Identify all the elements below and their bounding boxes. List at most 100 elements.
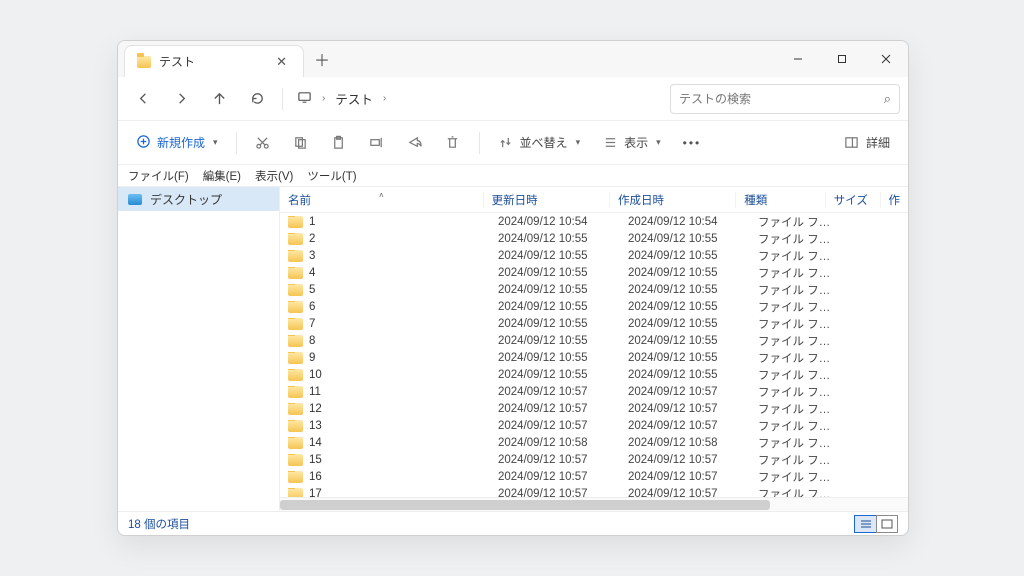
delete-button[interactable] [437,128,469,158]
copy-icon [293,135,309,151]
horizontal-scrollbar[interactable] [280,497,908,511]
col-type[interactable]: 種類 [736,192,826,208]
cell-modified: 2024/09/12 10:55 [490,233,620,245]
view-toggle [854,515,898,533]
cell-type: ファイル フォルダー [750,418,842,434]
table-row[interactable]: 92024/09/12 10:552024/09/12 10:55ファイル フォ… [280,349,908,366]
table-row[interactable]: 132024/09/12 10:572024/09/12 10:57ファイル フ… [280,417,908,434]
cell-modified: 2024/09/12 10:57 [490,471,620,483]
menu-edit[interactable]: 編集(E) [203,168,241,184]
sort-label: 並べ替え [520,134,568,151]
search-icon[interactable]: ⌕ [884,91,891,107]
table-row[interactable]: 52024/09/12 10:552024/09/12 10:55ファイル フォ… [280,281,908,298]
folder-icon [288,301,303,313]
cell-type: ファイル フォルダー [750,384,842,400]
breadcrumb-current[interactable]: テスト [335,89,373,108]
chevron-right-icon: › [383,93,386,104]
file-name: 13 [309,420,322,432]
view-details-button[interactable] [854,515,876,533]
body: デスクトップ 名前 ˄ 更新日時 作成日時 種類 サイズ 作 12024/09/… [118,187,908,511]
col-name[interactable]: 名前 ˄ [280,192,484,208]
table-row[interactable]: 152024/09/12 10:572024/09/12 10:57ファイル フ… [280,451,908,468]
sidebar: デスクトップ [118,187,280,511]
table-row[interactable]: 112024/09/12 10:572024/09/12 10:57ファイル フ… [280,383,908,400]
clipboard-icon [331,135,347,151]
new-button[interactable]: 新規作成 ▾ [128,128,226,158]
col-extra[interactable]: 作 [881,192,909,208]
chevron-down-icon: ▾ [656,137,661,148]
tab-close-button[interactable]: ✕ [272,54,291,70]
details-pane-button[interactable]: 詳細 [836,128,898,158]
file-name: 3 [309,250,315,262]
cell-modified: 2024/09/12 10:58 [490,437,620,449]
table-row[interactable]: 42024/09/12 10:552024/09/12 10:55ファイル フォ… [280,264,908,281]
back-button[interactable] [126,83,160,115]
search-box[interactable]: ⌕ [670,84,900,114]
col-modified[interactable]: 更新日時 [484,192,610,208]
trash-icon [445,135,461,151]
table-row[interactable]: 32024/09/12 10:552024/09/12 10:55ファイル フォ… [280,247,908,264]
file-name: 4 [309,267,315,279]
folder-icon [288,454,303,466]
table-row[interactable]: 162024/09/12 10:572024/09/12 10:57ファイル フ… [280,468,908,485]
chevron-down-icon: ▾ [213,137,218,148]
nav-row: › テスト › ⌕ [118,77,908,121]
view-button[interactable]: 表示 ▾ [594,128,669,158]
cell-type: ファイル フォルダー [750,469,842,485]
sort-button[interactable]: 並べ替え ▾ [490,128,589,158]
forward-button[interactable] [164,83,198,115]
cell-type: ファイル フォルダー [750,350,842,366]
view-label: 表示 [624,134,648,151]
new-tab-button[interactable]: ＋ [304,41,340,77]
cell-created: 2024/09/12 10:55 [620,318,750,330]
toolbar: 新規作成 ▾ 並べ替え ▾ 表示 ▾ ••• 詳細 [118,121,908,165]
menu-tools[interactable]: ツール(T) [307,168,356,184]
cut-button[interactable] [247,128,279,158]
plus-circle-icon [136,134,151,152]
table-row[interactable]: 102024/09/12 10:552024/09/12 10:55ファイル フ… [280,366,908,383]
refresh-button[interactable] [240,83,274,115]
paste-button[interactable] [323,128,355,158]
cell-created: 2024/09/12 10:57 [620,454,750,466]
view-thumbnails-button[interactable] [876,515,898,533]
table-row[interactable]: 172024/09/12 10:572024/09/12 10:57ファイル フ… [280,485,908,497]
cell-type: ファイル フォルダー [750,231,842,247]
more-button[interactable]: ••• [675,128,710,158]
table-row[interactable]: 122024/09/12 10:572024/09/12 10:57ファイル フ… [280,400,908,417]
cell-created: 2024/09/12 10:55 [620,233,750,245]
maximize-button[interactable] [820,41,864,77]
menu-view[interactable]: 表示(V) [255,168,293,184]
cell-created: 2024/09/12 10:57 [620,420,750,432]
search-input[interactable] [679,92,884,106]
monitor-icon [297,90,312,108]
titlebar: テスト ✕ ＋ [118,41,908,77]
col-size[interactable]: サイズ [826,192,881,208]
table-row[interactable]: 142024/09/12 10:582024/09/12 10:58ファイル フ… [280,434,908,451]
cell-created: 2024/09/12 10:55 [620,369,750,381]
copy-button[interactable] [285,128,317,158]
cell-created: 2024/09/12 10:57 [620,386,750,398]
tab-current[interactable]: テスト ✕ [124,45,304,77]
cell-type: ファイル フォルダー [750,299,842,315]
sidebar-item-desktop[interactable]: デスクトップ [118,187,279,211]
rename-button[interactable] [361,128,393,158]
menu-file[interactable]: ファイル(F) [128,168,189,184]
cell-modified: 2024/09/12 10:55 [490,369,620,381]
close-button[interactable] [864,41,908,77]
col-created[interactable]: 作成日時 [610,192,736,208]
scrollbar-thumb[interactable] [280,500,770,510]
table-row[interactable]: 72024/09/12 10:552024/09/12 10:55ファイル フォ… [280,315,908,332]
details-pane-icon [844,135,860,151]
table-row[interactable]: 22024/09/12 10:552024/09/12 10:55ファイル フォ… [280,230,908,247]
table-row[interactable]: 12024/09/12 10:542024/09/12 10:54ファイル フォ… [280,213,908,230]
table-row[interactable]: 82024/09/12 10:552024/09/12 10:55ファイル フォ… [280,332,908,349]
cell-modified: 2024/09/12 10:55 [490,301,620,313]
up-button[interactable] [202,83,236,115]
explorer-window: テスト ✕ ＋ › テスト › ⌕ 新規作成 ▾ [117,40,909,536]
table-row[interactable]: 62024/09/12 10:552024/09/12 10:55ファイル フォ… [280,298,908,315]
share-button[interactable] [399,128,431,158]
cell-modified: 2024/09/12 10:57 [490,488,620,498]
minimize-button[interactable] [776,41,820,77]
breadcrumb[interactable]: › テスト › [297,89,386,108]
file-list[interactable]: 12024/09/12 10:542024/09/12 10:54ファイル フォ… [280,213,908,497]
